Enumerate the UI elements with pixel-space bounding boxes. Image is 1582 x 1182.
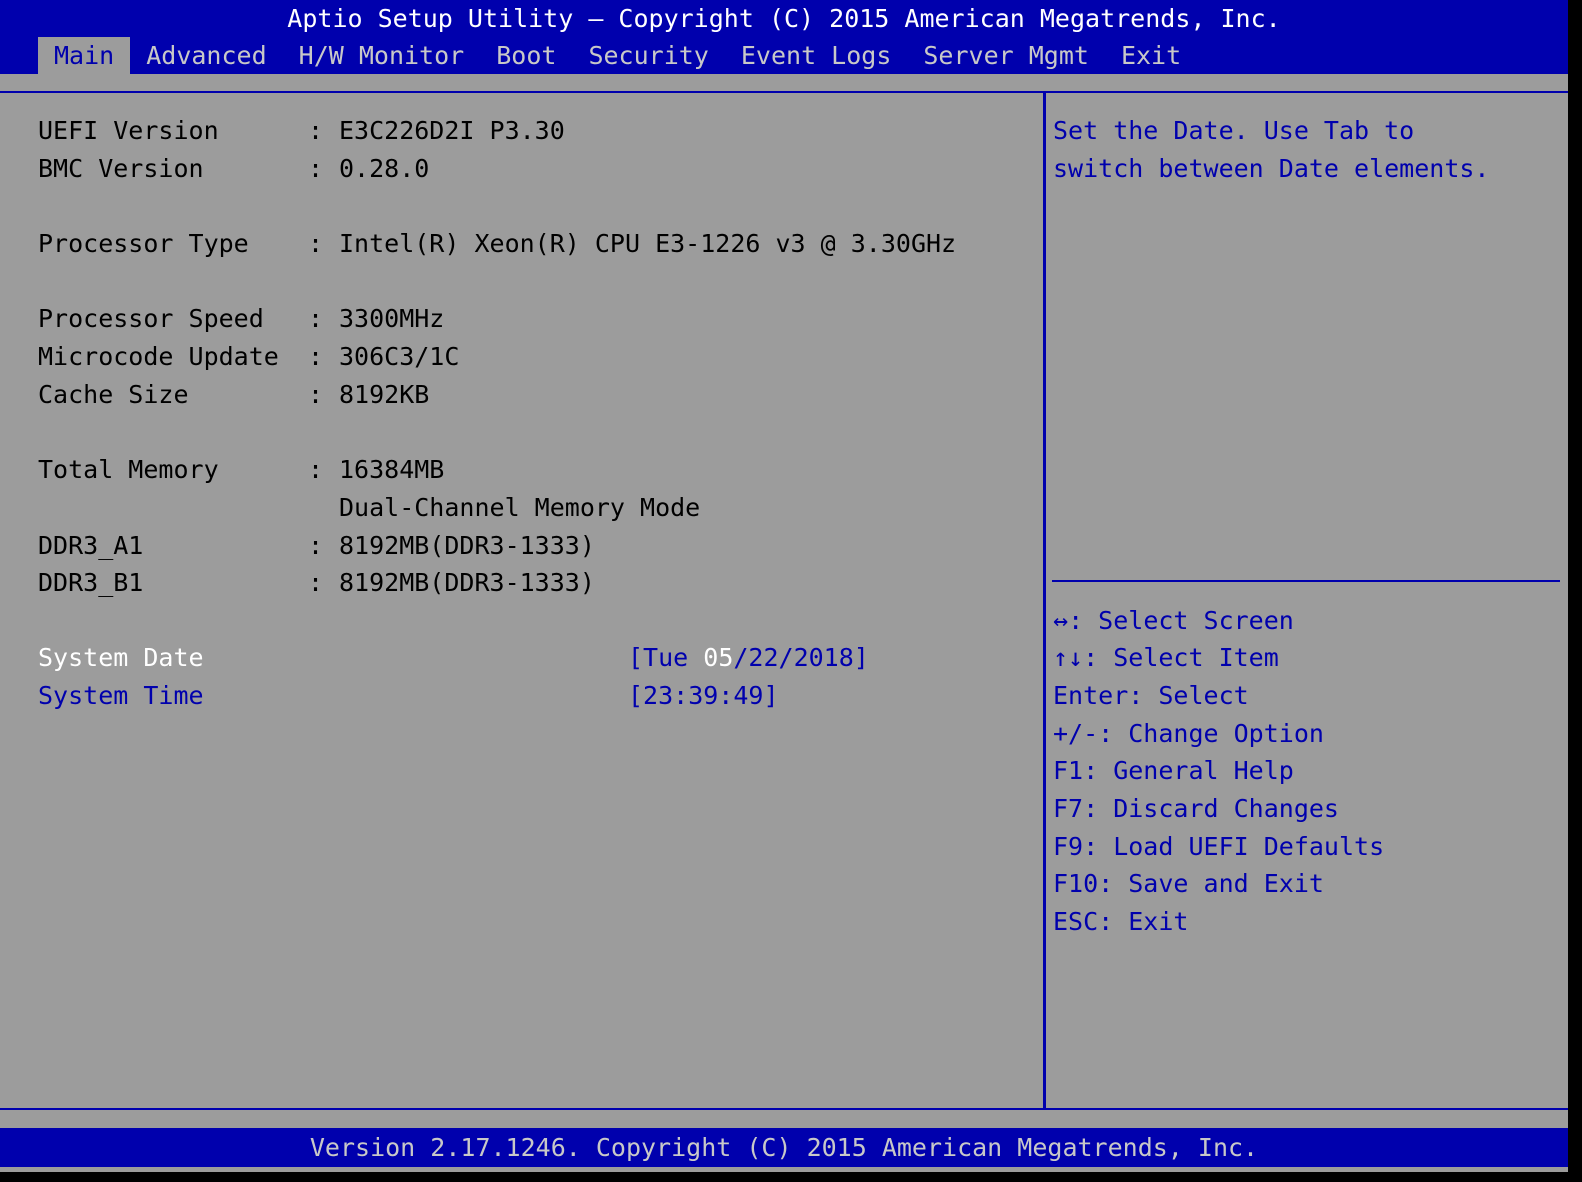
- total-memory-value: 16384MB: [339, 455, 445, 484]
- frame-bottom-border: [0, 1108, 1568, 1110]
- microcode-update-label: Microcode Update: [38, 342, 279, 371]
- system-date-value[interactable]: [Tue 05/22/2018]: [628, 639, 869, 677]
- key-legend-select-screen: ↔: Select Screen: [1053, 602, 1294, 640]
- ddr3-a1-label: DDR3_A1: [38, 531, 144, 560]
- microcode-update-value: 306C3/1C: [339, 342, 460, 371]
- bios-screen: Aptio Setup Utility – Copyright (C) 2015…: [0, 0, 1568, 1172]
- microcode-update-sep: :: [308, 342, 324, 371]
- tab-advanced[interactable]: Advanced: [130, 37, 282, 74]
- key-legend-load-defaults: F9: Load UEFI Defaults: [1053, 832, 1385, 861]
- footer-bar: Version 2.17.1246. Copyright (C) 2015 Am…: [0, 1128, 1568, 1167]
- tab-security[interactable]: Security: [572, 37, 724, 74]
- tab-main[interactable]: Main: [38, 37, 131, 74]
- system-time-value[interactable]: [23:39:49]: [628, 677, 779, 715]
- uefi-version-label: UEFI Version: [38, 116, 219, 145]
- ddr3-b1-label: DDR3_B1: [38, 568, 144, 597]
- system-time-label[interactable]: System Time: [38, 677, 204, 715]
- left-right-arrow-icon: ↔: [1053, 606, 1069, 635]
- key-legend-discard-changes: F7: Discard Changes: [1053, 794, 1339, 823]
- system-date-prefix: [Tue: [628, 643, 704, 672]
- app-title: Aptio Setup Utility – Copyright (C) 2015…: [287, 4, 1281, 33]
- bmc-version-sep: :: [308, 154, 324, 183]
- help-text-line-1: Set the Date. Use Tab to: [1053, 116, 1415, 145]
- footer-version-text: Version 2.17.1246. Copyright (C) 2015 Am…: [309, 1133, 1259, 1162]
- key-legend-enter: Enter: Select: [1053, 681, 1249, 710]
- tab-exit[interactable]: Exit: [1105, 37, 1197, 74]
- tab-boot[interactable]: Boot: [480, 37, 572, 74]
- memory-mode-value: Dual-Channel Memory Mode: [339, 493, 701, 522]
- processor-type-sep: :: [308, 229, 324, 258]
- up-down-arrow-icon: ↑↓: [1053, 643, 1084, 672]
- system-date-suffix: /22/2018]: [733, 643, 869, 672]
- key-legend-change-option: +/-: Change Option: [1053, 719, 1324, 748]
- frame-divider-vertical: [1043, 93, 1046, 1109]
- bmc-version-label: BMC Version: [38, 154, 204, 183]
- total-memory-sep: :: [308, 455, 324, 484]
- help-text-line-2: switch between Date elements.: [1053, 154, 1490, 183]
- ddr3-a1-sep: :: [308, 531, 324, 560]
- total-memory-label: Total Memory: [38, 455, 219, 484]
- help-divider: [1052, 580, 1560, 582]
- uefi-version-value: E3C226D2I P3.30: [339, 116, 565, 145]
- key-legend-esc-exit: ESC: Exit: [1053, 907, 1189, 936]
- ddr3-b1-sep: :: [308, 568, 324, 597]
- uefi-version-sep: :: [308, 116, 324, 145]
- ddr3-a1-value: 8192MB(DDR3-1333): [339, 531, 595, 560]
- tab-event-logs[interactable]: Event Logs: [725, 37, 908, 74]
- key-legend-general-help: F1: General Help: [1053, 756, 1294, 785]
- processor-speed-value: 3300MHz: [339, 304, 445, 333]
- bmc-version-value: 0.28.0: [339, 154, 430, 183]
- key-legend-text: : Select Screen: [1068, 606, 1294, 635]
- cache-size-sep: :: [308, 380, 324, 409]
- processor-speed-sep: :: [308, 304, 324, 333]
- tab-server-mgmt[interactable]: Server Mgmt: [907, 37, 1105, 74]
- frame-top-border: [0, 91, 1568, 93]
- cache-size-label: Cache Size: [38, 380, 189, 409]
- tab-hw-monitor[interactable]: H/W Monitor: [283, 37, 481, 74]
- processor-speed-label: Processor Speed: [38, 304, 264, 333]
- processor-type-label: Processor Type: [38, 229, 249, 258]
- cache-size-value: 8192KB: [339, 380, 430, 409]
- key-legend-select-item: ↑↓: Select Item: [1053, 639, 1279, 677]
- system-date-label[interactable]: System Date: [38, 639, 204, 677]
- tab-bar: Main Advanced H/W Monitor Boot Security …: [38, 37, 1197, 74]
- ddr3-b1-value: 8192MB(DDR3-1333): [339, 568, 595, 597]
- processor-type-value: Intel(R) Xeon(R) CPU E3-1226 v3 @ 3.30GH…: [339, 229, 957, 258]
- key-legend-text: : Select Item: [1083, 643, 1279, 672]
- system-date-month-field[interactable]: 05: [703, 643, 733, 672]
- key-legend-save-exit: F10: Save and Exit: [1053, 869, 1324, 898]
- title-bar: Aptio Setup Utility – Copyright (C) 2015…: [0, 0, 1568, 74]
